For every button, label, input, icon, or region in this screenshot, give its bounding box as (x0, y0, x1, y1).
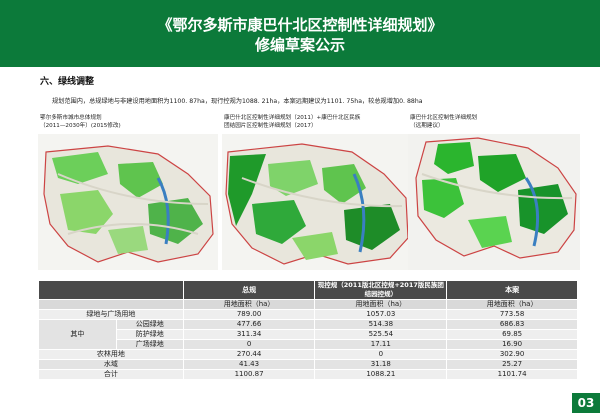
row-label: 水域 (38, 359, 184, 370)
map-current-plan (222, 134, 412, 270)
intro-text: 规划范围内，总规绿地与非建设用地面积为1100. 87ha，现行控规为1088.… (52, 98, 423, 105)
map-caption-line: 康巴什北区控制性详细规划（2011）+康巴什北区民族 (224, 115, 361, 121)
table-cell: 41.43 (182, 359, 316, 370)
table-cell: 477.66 (182, 319, 316, 330)
row-sub-label: 防护绿地 (115, 329, 184, 340)
table-cell: 1100.87 (182, 369, 316, 380)
row-sub-label: 公园绿地 (115, 319, 184, 330)
table-cell: 0 (182, 339, 316, 350)
map-current-plan-graphic (222, 134, 412, 270)
row-label: 绿地与广场用地 (38, 309, 184, 320)
map-caption-master-plan: 鄂尔多斯市城市总体规划 （2011—2030年）(2015修改) (40, 114, 210, 130)
table-header-cell: 现控规（2011版北区控规+2017版民族团结园控规） (314, 280, 448, 300)
table-cell: 270.44 (182, 349, 316, 360)
table-subheader-row: 用地面积（ha） 用地面积（ha） 用地面积（ha） (38, 299, 578, 310)
table-cell: 1057.03 (314, 309, 448, 320)
page-title: 《鄂尔多斯市康巴什北区控制性详细规划》 (157, 16, 443, 34)
table-row: 农林用地 270.44 0 302.90 (38, 349, 578, 360)
map-proposed-plan-graphic (408, 134, 580, 270)
map-caption-line: 康巴什北区控制性详细规划 (410, 115, 478, 121)
table-header-cell: 本案 (446, 280, 578, 300)
table-subheader-cell: 用地面积（ha） (446, 299, 578, 310)
table-header-cell: 总规 (182, 280, 316, 300)
table-cell: 1088.21 (314, 369, 448, 380)
table-cell: 31.18 (314, 359, 448, 370)
header-banner: 《鄂尔多斯市康巴什北区控制性详细规划》 修编草案公示 (0, 0, 600, 67)
table-row: 防护绿地 311.34 525.54 69.85 (39, 329, 578, 340)
map-caption-line: （2011—2030年）(2015修改) (40, 123, 121, 129)
table-cell: 311.34 (182, 329, 316, 340)
table-row: 其中 公园绿地 477.66 514.38 686.83 (38, 319, 578, 350)
map-caption-line: （远期建议） (410, 123, 444, 129)
page-number: 03 (572, 393, 600, 413)
table-cell: 773.58 (446, 309, 578, 320)
table-cell: 25.27 (446, 359, 578, 370)
row-group-label: 其中 (38, 319, 117, 350)
table-row: 广场绿地 0 17.11 16.90 (39, 339, 578, 350)
page-subtitle: 修编草案公示 (254, 36, 345, 54)
table-header-blank (38, 280, 184, 300)
row-label: 合计 (38, 369, 184, 380)
table-cell: 302.90 (446, 349, 578, 360)
table-cell: 686.83 (446, 319, 578, 330)
table-subheader-cell: 用地面积（ha） (182, 299, 316, 310)
table-cell: 1101.74 (446, 369, 578, 380)
land-use-table: 总规 现控规（2011版北区控规+2017版民族团结园控规） 本案 用地面积（h… (38, 280, 578, 380)
table-cell: 16.90 (446, 339, 578, 350)
table-cell: 0 (314, 349, 448, 360)
table-subheader-cell: 用地面积（ha） (314, 299, 448, 310)
table-row: 水域 41.43 31.18 25.27 (38, 359, 578, 370)
map-proposed-plan (408, 134, 580, 270)
map-caption-proposed-plan: 康巴什北区控制性详细规划 （远期建议） (410, 114, 570, 130)
row-label: 农林用地 (38, 349, 184, 360)
section-heading: 六、绿线调整 (40, 77, 95, 87)
table-row-total: 合计 1100.87 1088.21 1101.74 (38, 369, 578, 380)
table-cell: 525.54 (314, 329, 448, 340)
table-cell: 789.00 (182, 309, 316, 320)
table-cell: 514.38 (314, 319, 448, 330)
row-sub-label: 广场绿地 (115, 339, 184, 350)
table-subheader-blank (38, 299, 184, 310)
table-header-row: 总规 现控规（2011版北区控规+2017版民族团结园控规） 本案 (38, 280, 578, 300)
map-master-plan-graphic (38, 134, 218, 270)
map-master-plan (38, 134, 218, 270)
map-caption-line: 团结园片区控制性详细规划（2017） (224, 123, 317, 129)
map-caption-current-plan: 康巴什北区控制性详细规划（2011）+康巴什北区民族 团结园片区控制性详细规划（… (224, 114, 414, 130)
table-row: 绿地与广场用地 789.00 1057.03 773.58 (38, 309, 578, 320)
table-cell: 69.85 (446, 329, 578, 340)
map-caption-line: 鄂尔多斯市城市总体规划 (40, 115, 102, 121)
table-cell: 17.11 (314, 339, 448, 350)
